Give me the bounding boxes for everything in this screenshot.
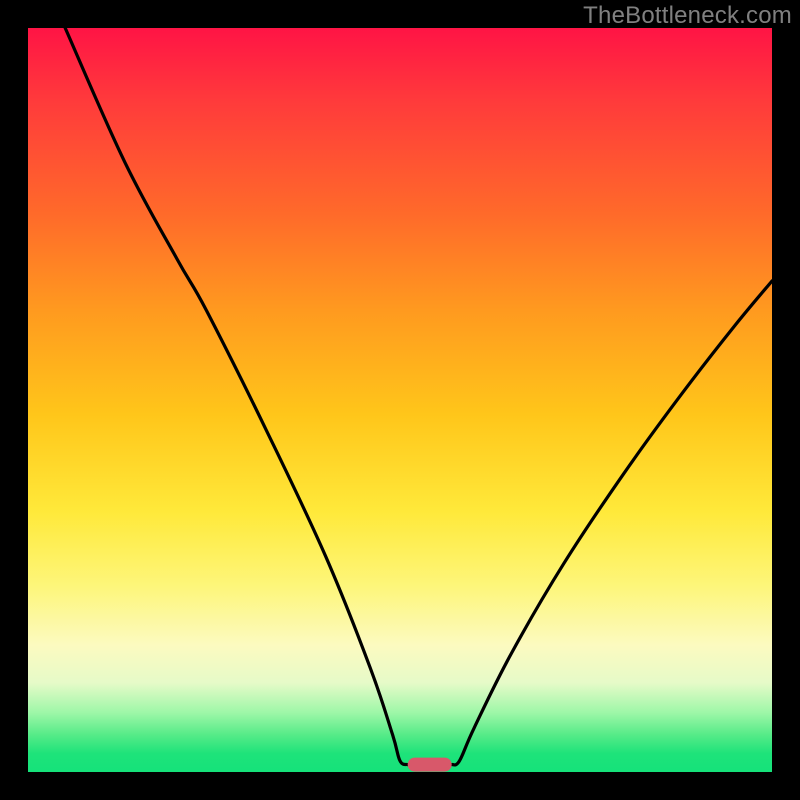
- curve-left-branch: [65, 28, 407, 765]
- plot-area: [28, 28, 772, 772]
- valley-marker: [407, 757, 452, 772]
- bottleneck-curve: [28, 28, 772, 772]
- watermark-text: TheBottleneck.com: [583, 2, 792, 30]
- curve-right-branch: [452, 281, 772, 765]
- chart-frame: TheBottleneck.com: [0, 0, 800, 800]
